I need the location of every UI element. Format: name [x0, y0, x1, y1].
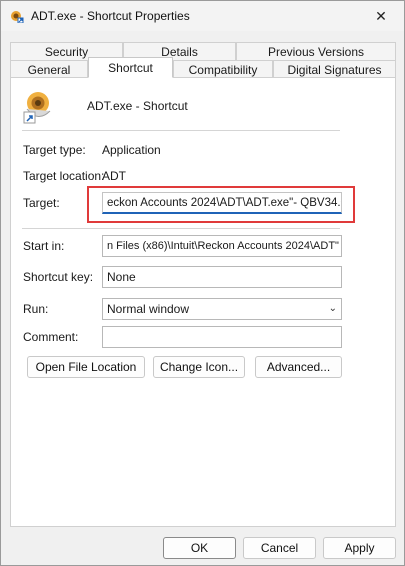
- start-in-label: Start in:: [23, 239, 65, 253]
- chevron-down-icon: ⌄: [328, 303, 337, 314]
- run-label: Run:: [23, 302, 49, 316]
- advanced-button[interactable]: Advanced...: [255, 356, 342, 378]
- run-select-value: Normal window: [107, 302, 190, 316]
- target-label: Target:: [23, 196, 60, 210]
- application-icon: [11, 11, 24, 23]
- change-icon-button[interactable]: Change Icon...: [153, 356, 245, 378]
- apply-button[interactable]: Apply: [323, 537, 396, 559]
- shortcut-name: ADT.exe - Shortcut: [87, 99, 188, 113]
- cancel-button[interactable]: Cancel: [243, 537, 316, 559]
- tab-shortcut[interactable]: Shortcut: [88, 57, 173, 78]
- tab-digital-signatures[interactable]: Digital Signatures: [273, 60, 396, 78]
- application-shortcut-icon: [23, 92, 51, 124]
- run-select[interactable]: Normal window ⌄: [102, 298, 342, 320]
- comment-input[interactable]: [102, 326, 342, 348]
- ok-button[interactable]: OK: [163, 537, 236, 559]
- target-location-label: Target location:: [23, 169, 105, 183]
- divider: [22, 228, 340, 229]
- tab-compatibility[interactable]: Compatibility: [173, 60, 273, 78]
- window-title: ADT.exe - Shortcut Properties: [31, 9, 190, 23]
- tab-general[interactable]: General: [10, 60, 88, 78]
- shortcut-key-label: Shortcut key:: [23, 270, 94, 284]
- target-input[interactable]: eckon Accounts 2024\ADT\ADT.exe"- QBV34.…: [102, 192, 342, 214]
- tab-previous-versions[interactable]: Previous Versions: [236, 42, 396, 60]
- comment-label: Comment:: [23, 330, 79, 344]
- start-in-input[interactable]: n Files (x86)\Intuit\Reckon Accounts 202…: [102, 235, 342, 257]
- close-icon: ✕: [375, 7, 387, 24]
- properties-window: ADT.exe - Shortcut Properties ✕ Security…: [0, 0, 405, 566]
- shortcut-key-input[interactable]: None: [102, 266, 342, 288]
- open-file-location-button[interactable]: Open File Location: [27, 356, 145, 378]
- target-location-value: ADT: [102, 169, 126, 183]
- target-type-value: Application: [102, 143, 161, 157]
- divider: [22, 130, 340, 131]
- close-button[interactable]: ✕: [358, 1, 404, 31]
- target-type-label: Target type:: [23, 143, 86, 157]
- title-bar[interactable]: ADT.exe - Shortcut Properties ✕: [1, 1, 404, 31]
